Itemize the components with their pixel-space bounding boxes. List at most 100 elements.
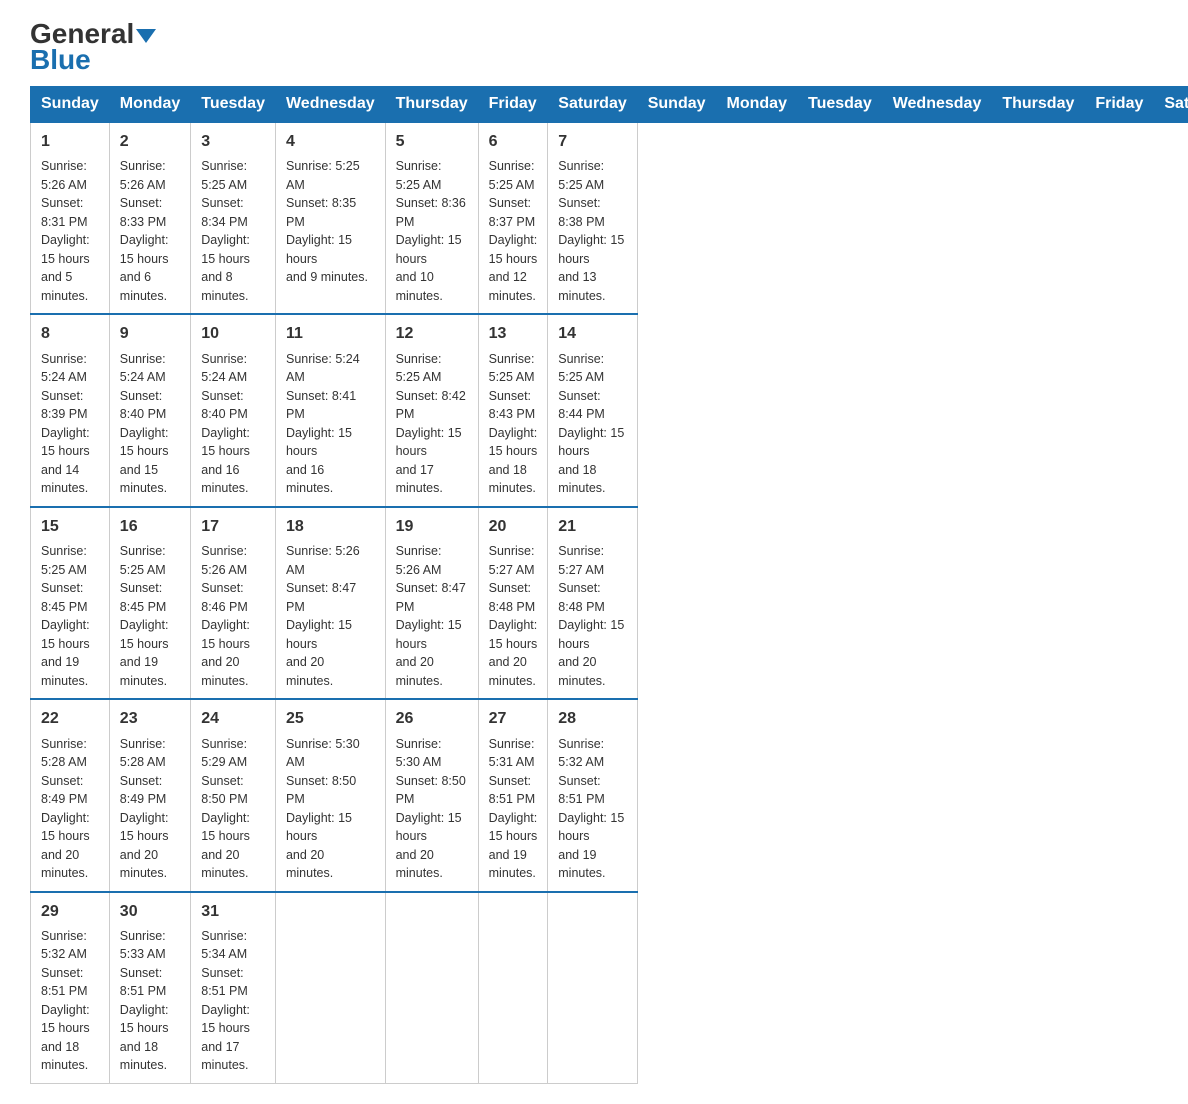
day-info: Sunrise: 5:30 AMSunset: 8:50 PMDaylight:…	[396, 737, 466, 881]
calendar-cell	[478, 892, 548, 1084]
calendar-cell: 4 Sunrise: 5:25 AMSunset: 8:35 PMDayligh…	[275, 122, 385, 314]
day-info: Sunrise: 5:30 AMSunset: 8:50 PMDaylight:…	[286, 737, 360, 881]
calendar-cell: 11 Sunrise: 5:24 AMSunset: 8:41 PMDaylig…	[275, 314, 385, 506]
day-number: 18	[286, 516, 375, 538]
day-info: Sunrise: 5:25 AMSunset: 8:34 PMDaylight:…	[201, 159, 250, 303]
calendar-cell: 5 Sunrise: 5:25 AMSunset: 8:36 PMDayligh…	[385, 122, 478, 314]
day-number: 8	[41, 323, 99, 345]
day-info: Sunrise: 5:26 AMSunset: 8:33 PMDaylight:…	[120, 159, 169, 303]
day-info: Sunrise: 5:26 AMSunset: 8:31 PMDaylight:…	[41, 159, 90, 303]
day-number: 23	[120, 708, 180, 730]
calendar-cell: 28 Sunrise: 5:32 AMSunset: 8:51 PMDaylig…	[548, 699, 637, 891]
day-info: Sunrise: 5:28 AMSunset: 8:49 PMDaylight:…	[120, 737, 169, 881]
day-number: 11	[286, 323, 375, 345]
calendar-week-1: 1 Sunrise: 5:26 AMSunset: 8:31 PMDayligh…	[31, 122, 1188, 314]
calendar-cell	[275, 892, 385, 1084]
page-header: General Blue	[30, 20, 1158, 76]
calendar-cell: 10 Sunrise: 5:24 AMSunset: 8:40 PMDaylig…	[191, 314, 276, 506]
day-number: 10	[201, 323, 265, 345]
col-header-wednesday: Wednesday	[275, 87, 385, 123]
calendar-cell: 26 Sunrise: 5:30 AMSunset: 8:50 PMDaylig…	[385, 699, 478, 891]
day-number: 28	[558, 708, 626, 730]
calendar-cell	[548, 892, 637, 1084]
calendar-cell	[385, 892, 478, 1084]
logo: General Blue	[30, 20, 156, 76]
day-number: 29	[41, 901, 99, 923]
day-info: Sunrise: 5:28 AMSunset: 8:49 PMDaylight:…	[41, 737, 90, 881]
day-info: Sunrise: 5:24 AMSunset: 8:41 PMDaylight:…	[286, 352, 360, 496]
day-info: Sunrise: 5:25 AMSunset: 8:35 PMDaylight:…	[286, 159, 368, 284]
day-info: Sunrise: 5:26 AMSunset: 8:47 PMDaylight:…	[286, 544, 360, 688]
day-number: 24	[201, 708, 265, 730]
col-header-saturday: Saturday	[548, 87, 637, 123]
col-header-friday: Friday	[478, 87, 548, 123]
day-info: Sunrise: 5:26 AMSunset: 8:47 PMDaylight:…	[396, 544, 466, 688]
calendar-cell: 30 Sunrise: 5:33 AMSunset: 8:51 PMDaylig…	[109, 892, 190, 1084]
calendar-cell: 12 Sunrise: 5:25 AMSunset: 8:42 PMDaylig…	[385, 314, 478, 506]
calendar-cell: 15 Sunrise: 5:25 AMSunset: 8:45 PMDaylig…	[31, 507, 110, 699]
day-number: 6	[489, 131, 538, 153]
day-number: 13	[489, 323, 538, 345]
calendar-cell: 1 Sunrise: 5:26 AMSunset: 8:31 PMDayligh…	[31, 122, 110, 314]
day-number: 14	[558, 323, 626, 345]
col-header-friday: Friday	[1085, 87, 1154, 123]
day-number: 21	[558, 516, 626, 538]
calendar-cell: 22 Sunrise: 5:28 AMSunset: 8:49 PMDaylig…	[31, 699, 110, 891]
calendar-cell: 8 Sunrise: 5:24 AMSunset: 8:39 PMDayligh…	[31, 314, 110, 506]
calendar-table: SundayMondayTuesdayWednesdayThursdayFrid…	[30, 86, 1188, 1084]
day-info: Sunrise: 5:25 AMSunset: 8:45 PMDaylight:…	[120, 544, 169, 688]
day-number: 27	[489, 708, 538, 730]
col-header-thursday: Thursday	[385, 87, 478, 123]
day-number: 19	[396, 516, 468, 538]
calendar-cell: 20 Sunrise: 5:27 AMSunset: 8:48 PMDaylig…	[478, 507, 548, 699]
day-number: 3	[201, 131, 265, 153]
day-number: 9	[120, 323, 180, 345]
calendar-cell: 17 Sunrise: 5:26 AMSunset: 8:46 PMDaylig…	[191, 507, 276, 699]
day-number: 26	[396, 708, 468, 730]
calendar-cell: 18 Sunrise: 5:26 AMSunset: 8:47 PMDaylig…	[275, 507, 385, 699]
day-info: Sunrise: 5:27 AMSunset: 8:48 PMDaylight:…	[558, 544, 624, 688]
day-info: Sunrise: 5:25 AMSunset: 8:45 PMDaylight:…	[41, 544, 90, 688]
calendar-header-row: SundayMondayTuesdayWednesdayThursdayFrid…	[31, 87, 1188, 123]
day-info: Sunrise: 5:25 AMSunset: 8:44 PMDaylight:…	[558, 352, 624, 496]
day-number: 4	[286, 131, 375, 153]
calendar-cell: 13 Sunrise: 5:25 AMSunset: 8:43 PMDaylig…	[478, 314, 548, 506]
calendar-cell: 31 Sunrise: 5:34 AMSunset: 8:51 PMDaylig…	[191, 892, 276, 1084]
day-info: Sunrise: 5:24 AMSunset: 8:40 PMDaylight:…	[201, 352, 250, 496]
calendar-cell: 24 Sunrise: 5:29 AMSunset: 8:50 PMDaylig…	[191, 699, 276, 891]
day-number: 15	[41, 516, 99, 538]
day-info: Sunrise: 5:25 AMSunset: 8:38 PMDaylight:…	[558, 159, 624, 303]
day-number: 7	[558, 131, 626, 153]
calendar-cell: 2 Sunrise: 5:26 AMSunset: 8:33 PMDayligh…	[109, 122, 190, 314]
calendar-cell: 23 Sunrise: 5:28 AMSunset: 8:49 PMDaylig…	[109, 699, 190, 891]
calendar-cell: 6 Sunrise: 5:25 AMSunset: 8:37 PMDayligh…	[478, 122, 548, 314]
calendar-cell: 21 Sunrise: 5:27 AMSunset: 8:48 PMDaylig…	[548, 507, 637, 699]
day-number: 17	[201, 516, 265, 538]
day-info: Sunrise: 5:25 AMSunset: 8:37 PMDaylight:…	[489, 159, 538, 303]
calendar-week-3: 15 Sunrise: 5:25 AMSunset: 8:45 PMDaylig…	[31, 507, 1188, 699]
day-info: Sunrise: 5:34 AMSunset: 8:51 PMDaylight:…	[201, 929, 250, 1073]
logo-blue: Blue	[30, 44, 91, 76]
day-number: 31	[201, 901, 265, 923]
day-info: Sunrise: 5:32 AMSunset: 8:51 PMDaylight:…	[41, 929, 90, 1073]
day-number: 1	[41, 131, 99, 153]
day-number: 30	[120, 901, 180, 923]
day-info: Sunrise: 5:24 AMSunset: 8:40 PMDaylight:…	[120, 352, 169, 496]
logo-triangle-icon	[136, 29, 156, 43]
col-header-monday: Monday	[716, 87, 797, 123]
day-info: Sunrise: 5:25 AMSunset: 8:36 PMDaylight:…	[396, 159, 466, 303]
day-info: Sunrise: 5:25 AMSunset: 8:42 PMDaylight:…	[396, 352, 466, 496]
calendar-week-4: 22 Sunrise: 5:28 AMSunset: 8:49 PMDaylig…	[31, 699, 1188, 891]
day-number: 16	[120, 516, 180, 538]
calendar-cell: 27 Sunrise: 5:31 AMSunset: 8:51 PMDaylig…	[478, 699, 548, 891]
day-info: Sunrise: 5:27 AMSunset: 8:48 PMDaylight:…	[489, 544, 538, 688]
calendar-cell: 19 Sunrise: 5:26 AMSunset: 8:47 PMDaylig…	[385, 507, 478, 699]
day-info: Sunrise: 5:33 AMSunset: 8:51 PMDaylight:…	[120, 929, 169, 1073]
day-info: Sunrise: 5:31 AMSunset: 8:51 PMDaylight:…	[489, 737, 538, 881]
col-header-wednesday: Wednesday	[882, 87, 992, 123]
col-header-monday: Monday	[109, 87, 190, 123]
col-header-tuesday: Tuesday	[191, 87, 276, 123]
calendar-cell: 7 Sunrise: 5:25 AMSunset: 8:38 PMDayligh…	[548, 122, 637, 314]
day-info: Sunrise: 5:32 AMSunset: 8:51 PMDaylight:…	[558, 737, 624, 881]
day-number: 12	[396, 323, 468, 345]
